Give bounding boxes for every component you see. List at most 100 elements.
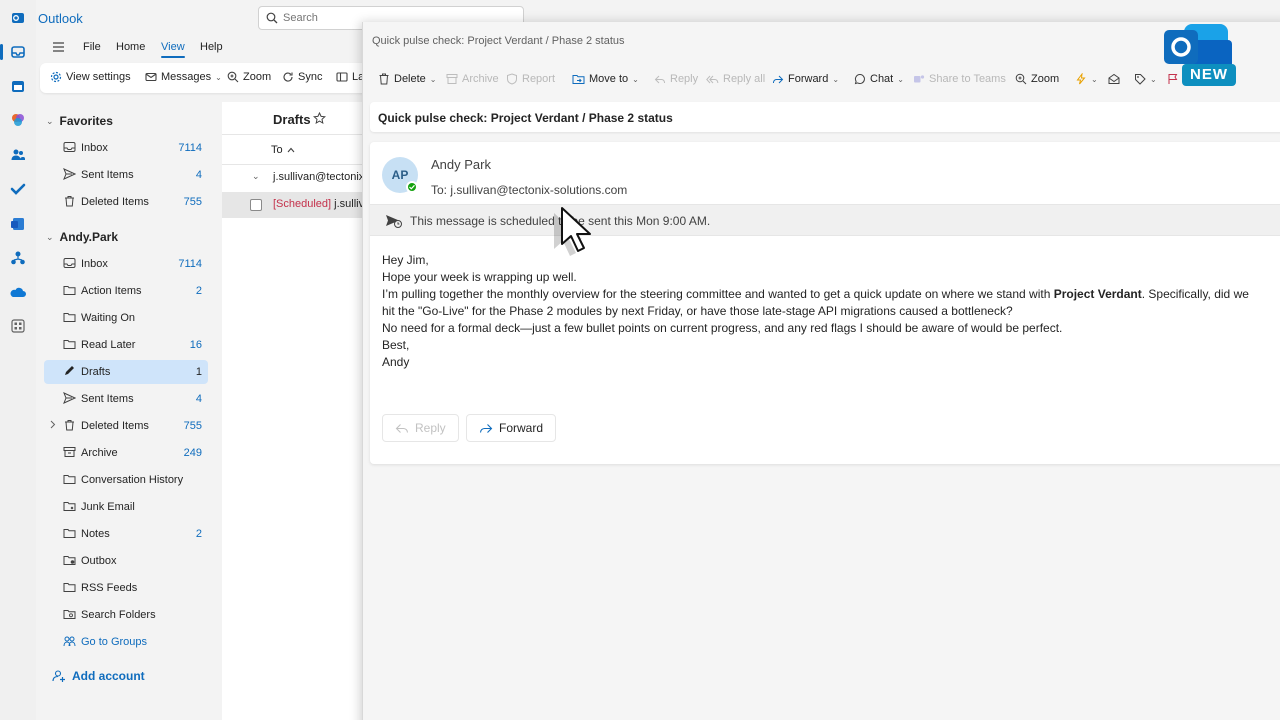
share-to-teams-label: Share to Teams [929,73,1006,85]
mouse-cursor-icon [548,206,594,260]
favorites-header[interactable]: ⌄ Favorites [46,114,113,128]
message-card: AP Andy Park To: j.sullivan@tectonix-sol… [370,142,1280,464]
new-outlook-logo: NEW [1162,20,1238,88]
reply-bottom-button[interactable]: Reply [382,414,459,442]
account-label: Andy.Park [59,230,119,244]
recipient-address[interactable]: j.sullivan@tectonix-solutions.com [450,183,627,197]
folder-inbox[interactable]: Inbox 7114 [44,252,208,276]
chat-button[interactable]: Chat ⌄ [854,73,904,85]
tab-file[interactable]: File [83,41,101,53]
folder-label: Drafts [81,366,111,378]
tab-home[interactable]: Home [116,41,145,53]
forward-label: Forward [788,73,829,85]
unread-count: 2 [195,528,202,540]
reply-icon [395,424,409,433]
folder-junk-email[interactable]: Junk Email [44,495,208,519]
quick-steps-button[interactable]: ⌄ [1075,73,1098,85]
forward-icon [773,75,784,84]
trash-icon [379,73,389,85]
trash-icon [63,195,76,207]
sort-by-to[interactable]: To [271,144,295,156]
scheduled-send-icon [385,213,403,229]
tab-view[interactable]: View [161,41,185,58]
favorite-deleted-items[interactable]: Deleted Items 755 [44,190,208,214]
folder-label: Inbox [81,142,108,154]
chevron-down-icon: ⌄ [215,72,222,82]
add-account-button[interactable]: Add account [52,669,145,683]
favorites-label: Favorites [59,114,113,128]
favorite-inbox[interactable]: Inbox 7114 [44,136,208,160]
list-item[interactable]: [Scheduled] j.sulliva [222,192,372,218]
folder-label: Read Later [81,339,136,351]
share-to-teams-button[interactable]: Share to Teams [913,73,1006,85]
groups-icon [63,635,76,647]
unread-count: 755 [183,420,202,432]
star-icon[interactable] [313,112,326,125]
zoom-button[interactable]: Zoom [1015,73,1059,85]
apps-icon[interactable] [6,314,30,338]
messages-button[interactable]: Messages ⌄ [145,71,222,83]
go-to-groups-link[interactable]: Go to Groups [44,630,208,654]
folder-rss-feeds[interactable]: RSS Feeds [44,576,208,600]
todo-icon[interactable] [6,177,30,201]
favorite-sent-items[interactable]: Sent Items 4 [44,163,208,187]
sort-label: To [271,144,283,156]
folder-conversation-history[interactable]: Conversation History [44,468,208,492]
org-icon[interactable] [6,246,30,270]
folder-action-items[interactable]: Action Items 2 [44,279,208,303]
people-icon[interactable] [6,143,30,167]
folder-label: Sent Items [81,169,134,181]
word-icon[interactable] [6,212,30,236]
categorize-button[interactable]: ⌄ [1134,73,1157,85]
forward-bottom-button[interactable]: Forward [466,414,557,442]
unread-count: 4 [195,393,202,405]
mail-icon[interactable] [0,40,30,64]
folder-waiting-on[interactable]: Waiting On [44,306,208,330]
copilot-icon[interactable] [6,108,30,132]
folder-icon [63,527,76,539]
search-icon [266,12,278,24]
folder-notes[interactable]: Notes 2 [44,522,208,546]
move-to-button[interactable]: Move to ⌄ [572,73,639,85]
select-checkbox[interactable] [250,199,262,211]
conversation-group-header[interactable]: ⌄ j.sullivan@tectonix [222,165,372,191]
report-button[interactable]: Report [506,73,555,85]
unread-count: 4 [195,169,202,181]
calendar-icon[interactable] [6,74,30,98]
delete-button[interactable]: Delete ⌄ [378,73,437,85]
zoom-label: Zoom [1031,73,1060,85]
sync-button[interactable]: Sync [282,71,322,83]
unread-count: 249 [183,447,202,459]
forward-button[interactable]: Forward ⌄ [772,73,839,85]
account-header[interactable]: ⌄ Andy.Park [46,230,118,244]
archive-button[interactable]: Archive [446,73,499,85]
folder-drafts[interactable]: Drafts 1 [44,360,208,384]
zoom-icon [1015,73,1027,85]
chevron-down-icon: ⌄ [632,74,639,84]
folder-label: Archive [81,447,118,459]
mark-read-button[interactable] [1108,73,1120,85]
folder-deleted-items[interactable]: Deleted Items 755 [44,414,208,438]
folder-sent-items[interactable]: Sent Items 4 [44,387,208,411]
reply-button[interactable]: Reply [654,73,698,85]
unread-count: 1 [195,366,202,378]
sender-name[interactable]: Andy Park [431,157,491,172]
reply-all-button[interactable]: Reply all [706,73,765,85]
onedrive-icon[interactable] [6,281,30,305]
folder-outbox[interactable]: Outbox [44,549,208,573]
folder-read-later[interactable]: Read Later 16 [44,333,208,357]
chevron-right-icon[interactable] [50,420,56,429]
body-greeting: Hey Jim, [382,253,429,267]
folder-archive[interactable]: Archive 249 [44,441,208,465]
folder-search-folders[interactable]: Search Folders [44,603,208,627]
lightning-icon [1076,73,1086,85]
zoom-button[interactable]: Zoom [227,71,271,83]
view-settings-button[interactable]: View settings [50,71,131,83]
trash-icon [63,419,76,431]
folder-label: Notes [81,528,110,540]
tab-help[interactable]: Help [200,41,223,53]
junk-folder-icon [63,500,76,512]
folder-label: Action Items [81,285,142,297]
layout-button[interactable]: La [336,71,364,83]
hamburger-menu-icon[interactable] [52,41,65,53]
